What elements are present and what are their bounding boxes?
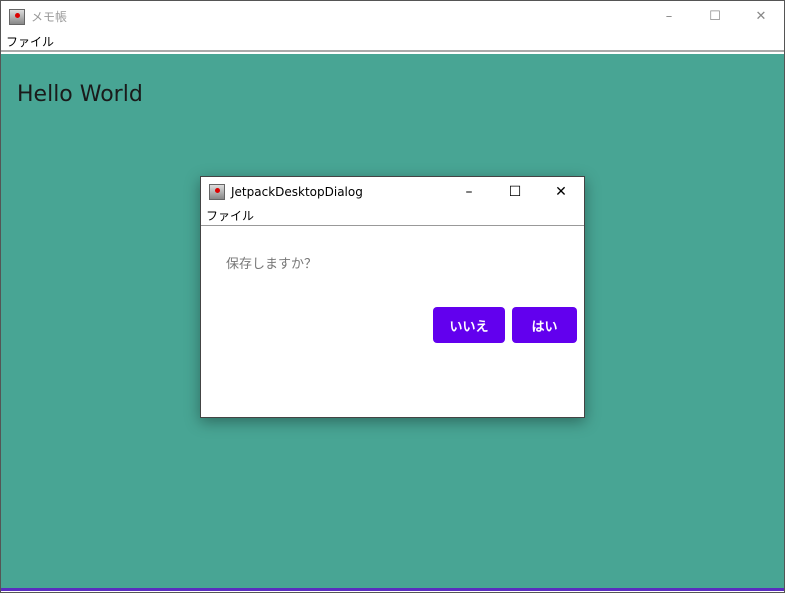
dialog-maximize-button[interactable]: ☐ — [492, 177, 538, 206]
title-bar: メモ帳 – ☐ ✕ — [1, 1, 784, 32]
app-icon — [9, 8, 25, 25]
maximize-button[interactable]: ☐ — [692, 1, 738, 32]
dialog-menu-bar: ファイル — [201, 206, 584, 226]
close-button[interactable]: ✕ — [738, 1, 784, 32]
menu-file[interactable]: ファイル — [6, 35, 54, 49]
window-title: メモ帳 — [31, 10, 68, 24]
yes-button[interactable]: はい — [512, 307, 577, 343]
hello-text: Hello World — [17, 82, 143, 107]
dialog-close-button[interactable]: ✕ — [538, 177, 584, 206]
no-button[interactable]: いいえ — [433, 307, 505, 343]
dialog-menu-file[interactable]: ファイル — [206, 209, 254, 223]
dialog-window: JetpackDesktopDialog – ☐ ✕ ファイル 保存しますか？ … — [200, 176, 585, 418]
app-icon — [209, 183, 225, 200]
dialog-title-bar: JetpackDesktopDialog – ☐ ✕ — [201, 177, 584, 206]
dialog-minimize-button[interactable]: – — [446, 177, 492, 206]
dialog-title: JetpackDesktopDialog — [231, 184, 363, 199]
dialog-message: 保存しますか？ — [226, 257, 318, 272]
menu-bar: ファイル — [1, 32, 784, 52]
minimize-button[interactable]: – — [646, 1, 692, 32]
